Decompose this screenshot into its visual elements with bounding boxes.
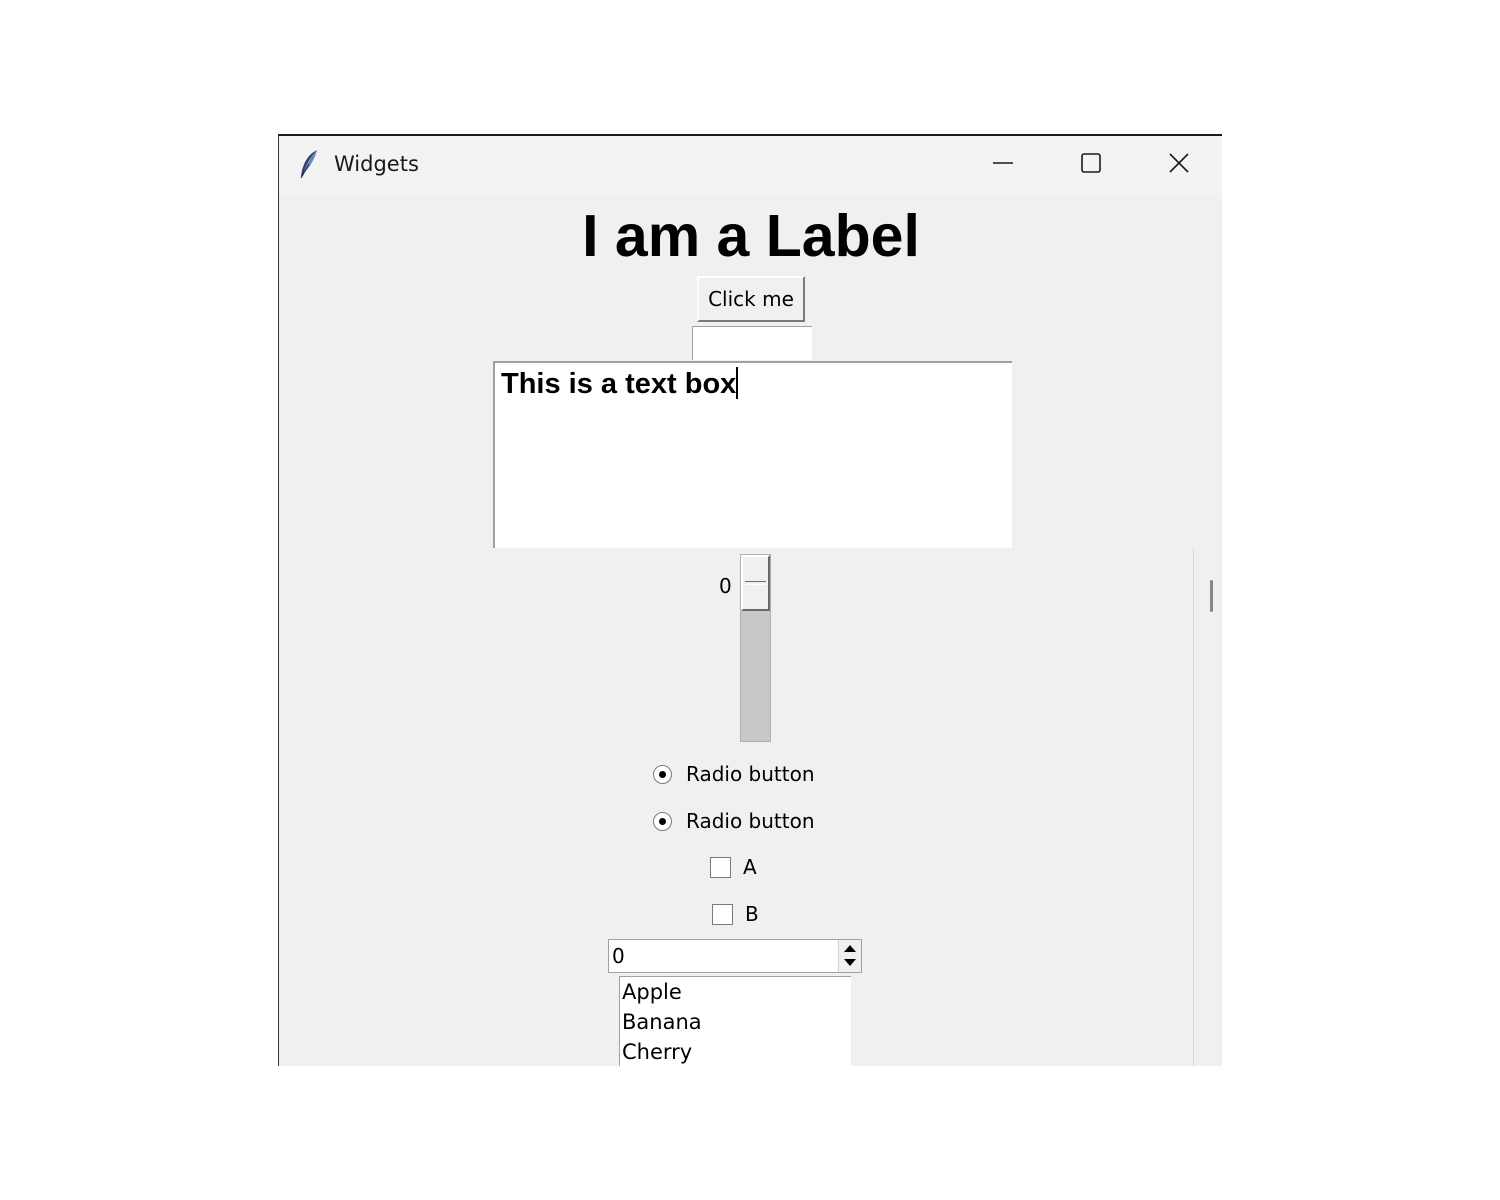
- checkbox-indicator: [712, 903, 733, 925]
- radio-button-1[interactable]: Radio button: [653, 762, 815, 786]
- spinbox-value: 0: [612, 944, 625, 968]
- close-button[interactable]: [1135, 136, 1222, 194]
- list-item[interactable]: Cherry: [620, 1037, 851, 1066]
- radio-label: Radio button: [686, 762, 815, 786]
- checkbox-b[interactable]: B: [712, 902, 759, 926]
- scrollbar-thumb[interactable]: [1210, 580, 1213, 612]
- spinbox-arrows[interactable]: [838, 940, 861, 972]
- scale-value-label: 0: [719, 574, 732, 598]
- window-title: Widgets: [334, 152, 419, 176]
- maximize-icon: [1080, 152, 1102, 178]
- maximize-button[interactable]: [1047, 136, 1135, 194]
- minimize-icon: [992, 152, 1014, 178]
- radio-indicator-selected: [653, 811, 672, 831]
- radio-button-2[interactable]: Radio button: [653, 809, 815, 833]
- list-item[interactable]: Banana: [620, 1007, 851, 1037]
- scale-slider-grip: [745, 581, 766, 585]
- checkbox-label: A: [743, 855, 757, 879]
- app-window: Widgets I am a Label Click me This is a …: [278, 134, 1222, 1066]
- text-box-content: This is a text box: [501, 368, 737, 400]
- scale-slider-handle[interactable]: [741, 555, 770, 611]
- close-icon: [1168, 152, 1190, 178]
- text-caret: [736, 367, 739, 399]
- spin-up-arrow-icon[interactable]: [844, 945, 856, 952]
- checkbox-label: B: [745, 902, 759, 926]
- spinbox[interactable]: 0: [608, 939, 862, 973]
- spin-down-arrow-icon[interactable]: [844, 959, 856, 966]
- feather-icon: [297, 148, 321, 180]
- checkbox-a[interactable]: A: [710, 855, 757, 879]
- main-label: I am a Label: [582, 203, 920, 269]
- click-me-button[interactable]: Click me: [697, 276, 805, 322]
- list-item[interactable]: Apple: [620, 977, 851, 1007]
- checkbox-indicator: [710, 856, 731, 878]
- minimize-button[interactable]: [959, 136, 1047, 194]
- listbox[interactable]: Apple Banana Cherry: [619, 976, 851, 1066]
- vertical-scrollbar[interactable]: [1193, 548, 1222, 1066]
- radio-label: Radio button: [686, 809, 815, 833]
- title-bar[interactable]: Widgets: [279, 136, 1222, 194]
- entry-field[interactable]: [692, 326, 812, 360]
- radio-indicator-selected: [653, 764, 672, 784]
- text-box[interactable]: This is a text box: [493, 361, 1012, 548]
